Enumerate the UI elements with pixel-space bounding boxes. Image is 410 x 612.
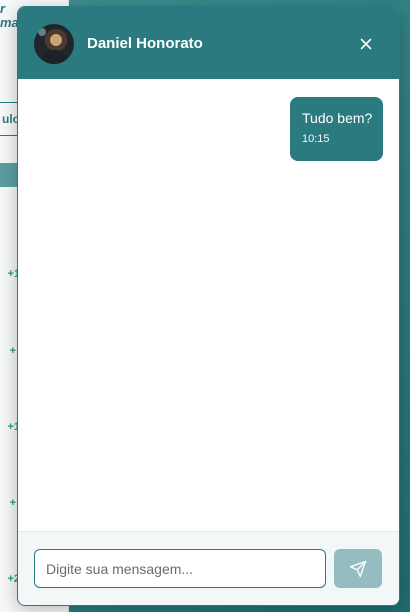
contact-name: Daniel Honorato (87, 35, 203, 52)
close-button[interactable] (356, 34, 376, 54)
message-composer (18, 531, 399, 605)
background-value: + (9, 345, 16, 357)
message-input[interactable] (34, 549, 326, 588)
message-time: 10:15 (302, 133, 330, 145)
message-text: Tudo bem? (302, 110, 373, 126)
message-bubble-sent: Tudo bem? 10:15 (290, 97, 383, 161)
chat-header: Daniel Honorato (18, 7, 399, 79)
background-value: + (9, 497, 16, 509)
contact-avatar (34, 24, 74, 64)
send-icon (349, 560, 367, 577)
close-icon (360, 38, 372, 50)
message-list: Tudo bem? 10:15 (18, 79, 399, 531)
send-button[interactable] (334, 549, 382, 588)
chat-window: Daniel Honorato Tudo bem? 10:15 (17, 6, 400, 606)
